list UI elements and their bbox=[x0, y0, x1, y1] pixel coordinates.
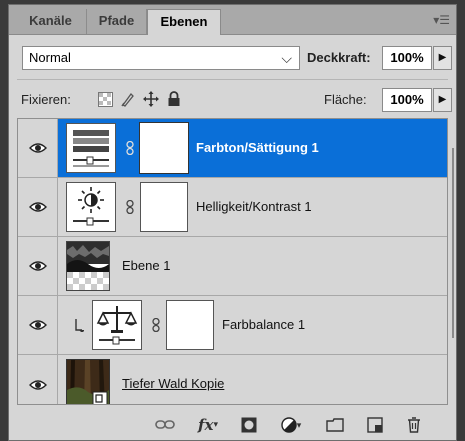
divider bbox=[17, 79, 448, 80]
color-balance-adjustment-icon bbox=[92, 300, 142, 350]
visibility-toggle[interactable] bbox=[18, 237, 58, 295]
visibility-toggle[interactable] bbox=[18, 178, 58, 236]
layer-mask-thumbnail[interactable] bbox=[140, 182, 188, 232]
bottom-toolbar: fx ▾ ▾ bbox=[9, 409, 456, 440]
opacity-slider-button[interactable]: ▶ bbox=[433, 46, 452, 70]
eye-icon bbox=[29, 202, 47, 212]
fill-slider-button[interactable]: ▶ bbox=[433, 88, 452, 112]
opacity-label: Deckkraft: bbox=[307, 50, 371, 65]
layer-row[interactable]: Tiefer Wald Kopie bbox=[18, 355, 447, 404]
panel-menu-icon[interactable]: ▾☰ bbox=[433, 13, 450, 27]
chevron-down-icon: ⌵ bbox=[281, 50, 292, 66]
lock-move-icon[interactable] bbox=[143, 91, 159, 107]
scrollbar-thumb[interactable] bbox=[452, 148, 454, 338]
lock-transparent-icon[interactable] bbox=[97, 91, 113, 107]
tab-bar: Kanäle Pfade Ebenen ▾☰ bbox=[9, 5, 456, 35]
link-icon[interactable] bbox=[126, 200, 134, 214]
lock-brush-icon[interactable] bbox=[120, 91, 136, 107]
layer-mask-thumbnail[interactable] bbox=[139, 122, 189, 174]
layer-name[interactable]: Farbbalance 1 bbox=[222, 317, 305, 332]
visibility-toggle[interactable] bbox=[18, 119, 58, 177]
blend-mode-value: Normal bbox=[29, 50, 71, 65]
layer-name[interactable]: Helligkeit/Kontrast 1 bbox=[196, 199, 312, 214]
clipping-mask-arrow-icon bbox=[75, 319, 84, 332]
layers-list: Farbton/Sättigung 1 Helligkeit/Kontrast … bbox=[17, 118, 448, 405]
folder-icon[interactable] bbox=[325, 415, 345, 435]
fx-label: fx bbox=[198, 416, 214, 434]
layer-name[interactable]: Ebene 1 bbox=[122, 258, 170, 273]
layer-thumbnail[interactable] bbox=[66, 241, 110, 291]
layer-mask-thumbnail[interactable] bbox=[166, 300, 214, 350]
eye-icon bbox=[29, 320, 47, 330]
layer-thumbnail[interactable] bbox=[66, 359, 110, 404]
visibility-toggle[interactable] bbox=[18, 296, 58, 354]
link-icon[interactable] bbox=[155, 415, 175, 435]
link-icon[interactable] bbox=[126, 141, 134, 155]
mask-icon[interactable] bbox=[239, 415, 259, 435]
fill-label: Fläche: bbox=[324, 92, 367, 107]
fx-icon[interactable]: fx ▾ bbox=[195, 415, 221, 435]
brightness-contrast-adjustment-icon bbox=[66, 182, 116, 232]
trash-icon[interactable] bbox=[404, 415, 424, 435]
layer-row[interactable]: Ebene 1 bbox=[18, 237, 447, 296]
new-layer-icon[interactable] bbox=[365, 415, 385, 435]
tab-layers[interactable]: Ebenen bbox=[147, 9, 221, 35]
lock-all-icon[interactable] bbox=[166, 91, 182, 107]
visibility-toggle[interactable] bbox=[18, 355, 58, 404]
layers-panel: Kanäle Pfade Ebenen ▾☰ Normal ⌵ Deckkraf… bbox=[8, 4, 457, 441]
hue-saturation-adjustment-icon bbox=[66, 123, 116, 173]
blend-mode-select[interactable]: Normal ⌵ bbox=[22, 46, 300, 70]
opacity-input[interactable]: 100% bbox=[382, 46, 432, 70]
eye-icon bbox=[29, 261, 47, 271]
fill-input[interactable]: 100% bbox=[382, 88, 432, 112]
tab-channels[interactable]: Kanäle bbox=[15, 9, 87, 34]
layer-row[interactable]: Helligkeit/Kontrast 1 bbox=[18, 178, 447, 237]
adjustment-icon[interactable]: ▾ bbox=[279, 415, 303, 435]
lock-label: Fixieren: bbox=[21, 92, 71, 107]
eye-icon bbox=[29, 379, 47, 390]
tab-paths[interactable]: Pfade bbox=[87, 9, 147, 34]
scrollbar[interactable] bbox=[450, 118, 456, 405]
layer-name[interactable]: Farbton/Sättigung 1 bbox=[196, 140, 319, 155]
layer-row[interactable]: Farbbalance 1 bbox=[18, 296, 447, 355]
layer-name[interactable]: Tiefer Wald Kopie bbox=[122, 376, 224, 391]
link-icon[interactable] bbox=[152, 318, 160, 332]
eye-icon bbox=[29, 143, 47, 153]
layer-row[interactable]: Farbton/Sättigung 1 bbox=[18, 119, 447, 178]
